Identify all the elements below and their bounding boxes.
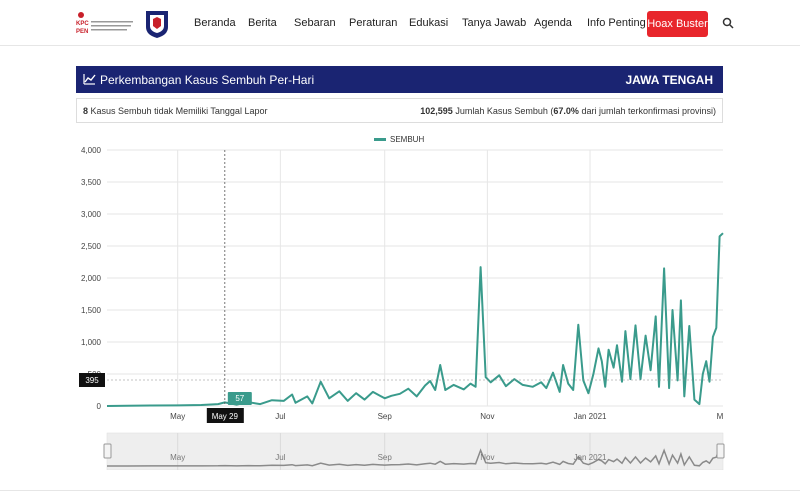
x-tick-label: M [717,412,724,421]
top-navigation-bar: KPC PEN Beranda Berita Sebaran Peraturan Edu… [0,0,800,46]
legend-label: SEMBUH [390,135,424,144]
nav-item-agenda[interactable]: Agenda [534,17,572,29]
confirmed-percentage: 67.0% [553,106,579,116]
hoax-buster-button[interactable]: Hoax Buster [647,11,708,37]
kpc-pen-logo[interactable]: KPC PEN [74,10,134,38]
y-tick-label: 2,500 [81,242,102,251]
svg-text:PEN: PEN [76,29,88,35]
total-recovered: 102,595 [420,106,453,116]
y-tick-label: 0 [97,402,102,411]
nav-item-sebaran[interactable]: Sebaran [294,17,336,29]
navigator-tick-label: Jan 2021 [574,453,607,462]
svg-text:KPC: KPC [76,21,89,27]
line-chart-icon [83,74,96,85]
recovered-cases-chart[interactable]: SEMBUH05001,0001,5002,0002,5003,0003,500… [0,125,800,470]
navigator-tick-label: Jul [275,453,285,462]
navigator-tick-label: Nov [480,453,494,462]
x-tick-label: Sep [378,412,393,421]
nav-item-edukasi[interactable]: Edukasi [409,17,448,29]
search-icon[interactable] [722,17,734,29]
total-text: Jumlah Kasus Sembuh [455,106,548,116]
navigator-handle-left[interactable] [103,443,112,459]
value-tooltip-text: 57 [235,394,244,403]
no-date-text: Kasus Sembuh tidak Memiliki Tanggal Lapo… [90,106,268,116]
summary-info-bar: 8 Kasus Sembuh tidak Memiliki Tanggal La… [76,98,723,123]
x-tick-label: Jan 2021 [574,412,607,421]
y-tick-label: 2,000 [81,274,102,283]
province-label: JAWA TENGAH [625,73,713,87]
nav-item-beranda[interactable]: Beranda [194,17,236,29]
no-date-summary: 8 Kasus Sembuh tidak Memiliki Tanggal La… [83,106,267,116]
navigator-handle-right[interactable] [716,443,725,459]
total-summary: 102,595 Jumlah Kasus Sembuh (67.0% dari … [420,106,716,116]
x-tick-label: May [170,412,185,421]
no-date-count: 8 [83,106,89,116]
x-tick-label: Nov [480,412,494,421]
x-tick-label: Jul [275,412,285,421]
y-tick-label: 1,500 [81,306,102,315]
nav-item-info-penting[interactable]: Info Penting [587,17,646,29]
y-crosshair-label: 395 [85,376,99,385]
y-tick-label: 4,000 [81,146,102,155]
y-tick-label: 1,000 [81,338,102,347]
y-tick-label: 3,000 [81,210,102,219]
pct-suffix: dari jumlah terkonfirmasi provinsi) [581,106,716,116]
satgas-shield-logo[interactable] [144,9,170,39]
legend-swatch [374,138,386,141]
footer-divider [0,490,800,491]
panel-title: Perkembangan Kasus Sembuh Per-Hari [100,73,315,87]
date-tooltip-text: May 29 [212,412,239,421]
navigator-tick-label: Sep [378,453,393,462]
nav-item-tanya-jawab[interactable]: Tanya Jawab [462,17,526,29]
navigator-tick-label: May [170,453,185,462]
nav-item-peraturan[interactable]: Peraturan [349,17,397,29]
chart-panel-header: Perkembangan Kasus Sembuh Per-Hari JAWA … [76,66,723,93]
y-tick-label: 3,500 [81,178,102,187]
nav-item-berita[interactable]: Berita [248,17,277,29]
